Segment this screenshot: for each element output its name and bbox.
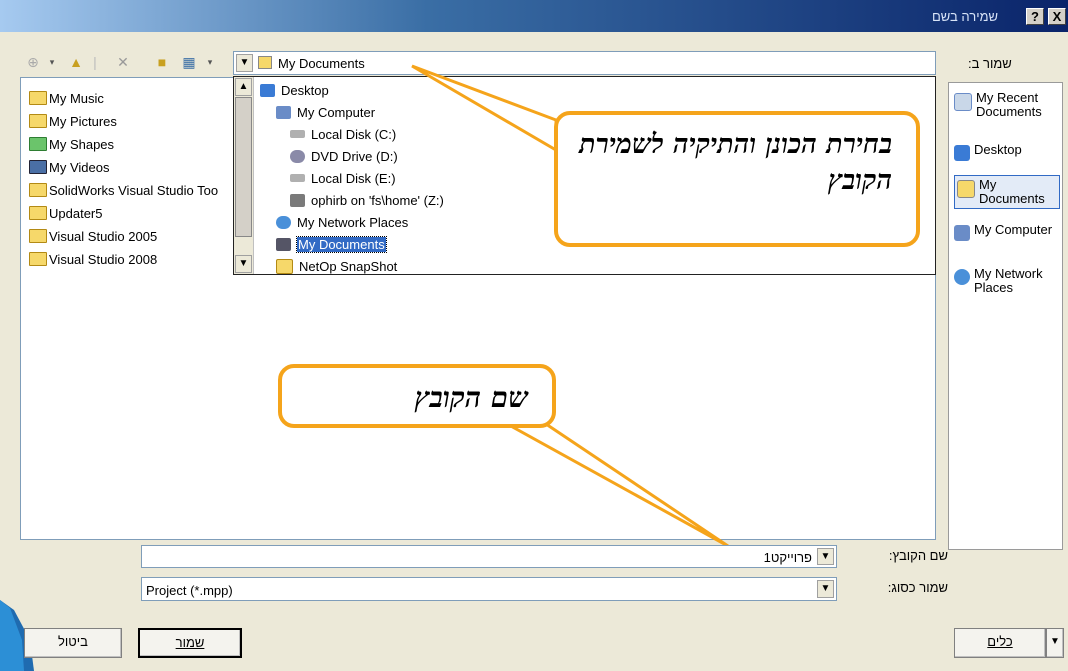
tools-dropdown-icon[interactable]: ▼ (1046, 628, 1064, 658)
callout-pointers (411, 64, 729, 548)
cancel-button[interactable]: ביטול (24, 628, 122, 658)
filename-input[interactable]: פרוייקט1 (764, 550, 812, 565)
filename-label: שם הקובץ: (888, 548, 948, 563)
chevron-down-icon[interactable]: ▼ (817, 548, 834, 565)
location-callout: בחירת הכונן והתיקיה לשמירת הקובץ (554, 111, 920, 247)
tools-button[interactable]: כלים (954, 628, 1046, 658)
location-callout-pointer (411, 64, 558, 153)
save-as-type-value: Project (*.mpp) (146, 583, 233, 598)
chevron-down-icon[interactable]: ▼ (817, 580, 834, 598)
save-as-type-label: שמור כסוג: (887, 580, 948, 595)
save-as-type-combo[interactable]: Project (*.mpp) ▼ (141, 577, 837, 601)
filename-combo[interactable]: ▼ פרוייקט1 (141, 545, 837, 568)
filename-callout: שם הקובץ (278, 364, 556, 428)
save-button[interactable]: שמור (138, 628, 242, 658)
filename-callout-pointer (499, 418, 729, 548)
